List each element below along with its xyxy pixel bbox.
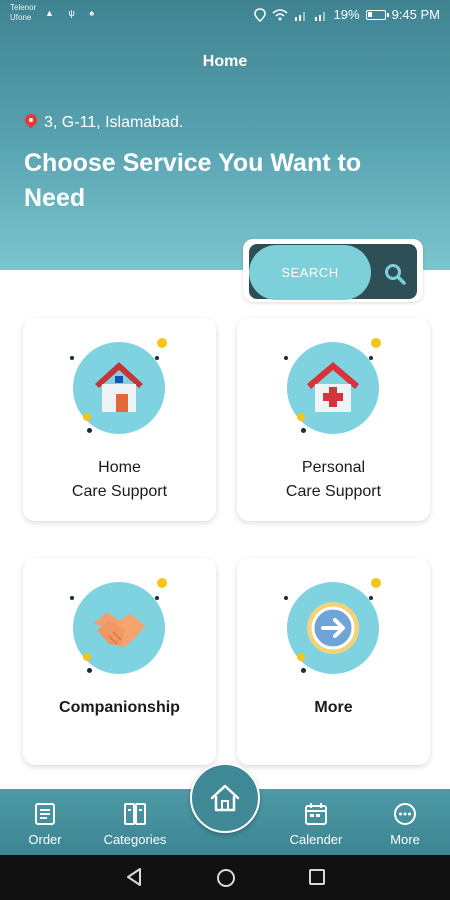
carrier-line2: Ufone [10,13,32,22]
decor-dot [150,424,155,429]
decor-dot [155,356,159,360]
decor-dot [70,356,74,360]
nav-label-order: Order [28,832,62,847]
status-right: 19% 9:45 PM [253,7,440,22]
more-icon [394,803,416,825]
notification-icons: ▲ ψ ♠ [45,8,101,18]
nav-label-more: More [390,832,420,847]
decor-dot [369,356,373,360]
decor-dot [87,428,92,433]
decor-dot [155,596,159,600]
service-label-line2: Care Support [285,483,382,500]
location-status-icon [253,7,266,22]
house-icon [95,362,143,412]
carrier-line1: Telenor [10,3,37,12]
service-label-line1: Home [98,459,141,476]
service-label-line2: Care Support [71,483,168,500]
search-icon[interactable] [383,262,407,286]
nav-label-calender: Calender [289,832,343,847]
search-button[interactable]: SEARCH [249,245,371,300]
home-icon [210,784,240,812]
service-label-line1: Companionship [59,699,180,716]
page-title: Home [202,53,248,70]
recents-icon[interactable] [307,867,327,887]
location-display[interactable]: 3, G-11, Islamabad. [24,114,183,132]
decor-dot [301,668,306,673]
system-navigation-bar [0,855,450,900]
decor-dot [157,578,167,588]
hospital-icon [307,362,359,412]
arrow-circle-icon [307,602,359,654]
location-text: 3, G-11, Islamabad. [44,114,184,131]
calendar-icon [305,803,327,825]
status-bar: Telenor Ufone ▲ ψ ♠ 19% 9:45 PM [0,0,450,30]
battery-percent: 19% [333,7,360,22]
nav-item-order[interactable]: Order [20,789,70,855]
header-background [0,0,450,270]
decor-dot [157,338,167,348]
home-button[interactable] [190,763,260,833]
nav-item-categories[interactable]: Categories [97,789,173,855]
service-card-companionship[interactable]: Companionship [23,558,216,765]
service-card-personal-care[interactable]: Personal Care Support [237,318,430,521]
decor-dot [364,664,369,669]
home-system-icon[interactable] [215,867,237,889]
signal-icon-1 [294,11,305,21]
decor-dot [371,578,381,588]
order-icon [35,803,55,825]
nav-item-calender[interactable]: Calender [283,789,349,855]
categories-icon [124,803,146,825]
service-label-line1: More [314,699,353,716]
decor-dot [369,596,373,600]
location-pin-icon [24,114,38,132]
decor-dot [284,356,288,360]
service-card-home-care[interactable]: Home Care Support [23,318,216,521]
decor-dot [371,338,381,348]
back-icon[interactable] [124,867,144,887]
service-card-more[interactable]: More [237,558,430,765]
decor-dot [150,664,155,669]
decor-dot [301,428,306,433]
nav-label-categories: Categories [103,832,167,847]
headline: Choose Service You Want to Need [24,149,362,212]
clock: 9:45 PM [391,7,440,22]
handshake-icon [93,612,145,648]
decor-dot [70,596,74,600]
decor-dot [87,668,92,673]
nav-item-more[interactable]: More [383,789,427,855]
service-label-line1: Personal [301,459,366,476]
wifi-icon [272,8,288,20]
decor-dot [364,424,369,429]
signal-icon-2 [314,11,325,21]
decor-dot [284,596,288,600]
carrier-info: Telenor Ufone [10,3,36,23]
battery-icon [365,9,389,20]
